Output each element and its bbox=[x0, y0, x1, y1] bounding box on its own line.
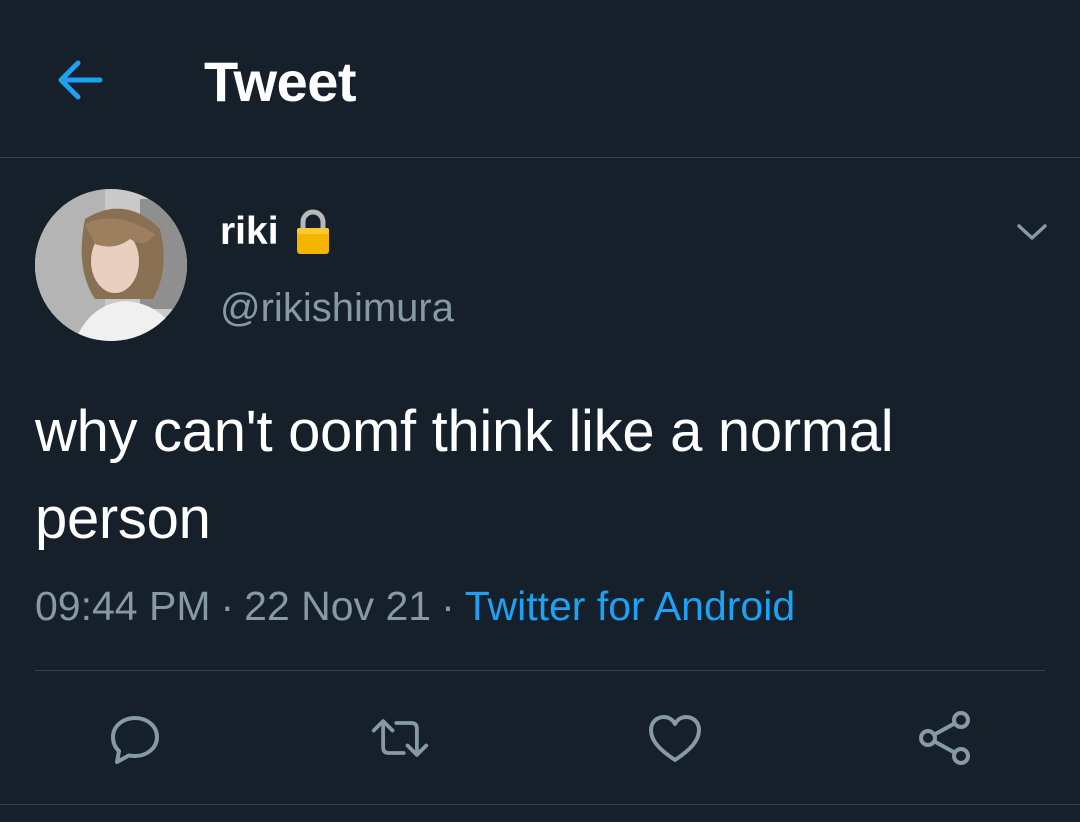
divider bbox=[35, 670, 1045, 671]
lock-icon bbox=[296, 209, 329, 254]
display-name-text: riki bbox=[220, 210, 279, 253]
divider bbox=[0, 804, 1080, 805]
tweet-source-link[interactable]: Twitter for Android bbox=[465, 583, 795, 629]
tweet-time: 09:44 PM bbox=[35, 583, 211, 629]
like-button[interactable] bbox=[645, 708, 705, 768]
heart-icon bbox=[649, 715, 701, 762]
author-handle[interactable]: @rikishimura bbox=[220, 284, 454, 332]
share-button[interactable] bbox=[915, 708, 975, 768]
back-arrow-icon bbox=[58, 60, 103, 100]
author-name[interactable]: riki bbox=[220, 208, 333, 256]
page-title: Tweet bbox=[204, 50, 357, 113]
back-button[interactable] bbox=[52, 52, 108, 108]
tweet-meta: 09:44 PM · 22 Nov 21 · Twitter for Android bbox=[35, 578, 795, 634]
avatar-image bbox=[35, 189, 187, 341]
more-options-button[interactable] bbox=[1010, 212, 1054, 252]
top-bar: Tweet bbox=[0, 0, 1080, 158]
avatar[interactable] bbox=[35, 189, 187, 341]
action-bar bbox=[0, 700, 1080, 772]
tweet-text: why can't oomf think like a normal perso… bbox=[35, 399, 894, 551]
tweet-date: 22 Nov 21 bbox=[244, 583, 432, 629]
retweet-icon bbox=[371, 719, 429, 757]
retweet-button[interactable] bbox=[370, 708, 430, 768]
reply-button[interactable] bbox=[105, 708, 165, 768]
meta-separator: · bbox=[441, 583, 455, 629]
share-icon bbox=[919, 711, 970, 765]
meta-separator: · bbox=[220, 583, 235, 629]
reply-icon bbox=[111, 716, 159, 764]
chevron-down-icon bbox=[1017, 224, 1047, 240]
